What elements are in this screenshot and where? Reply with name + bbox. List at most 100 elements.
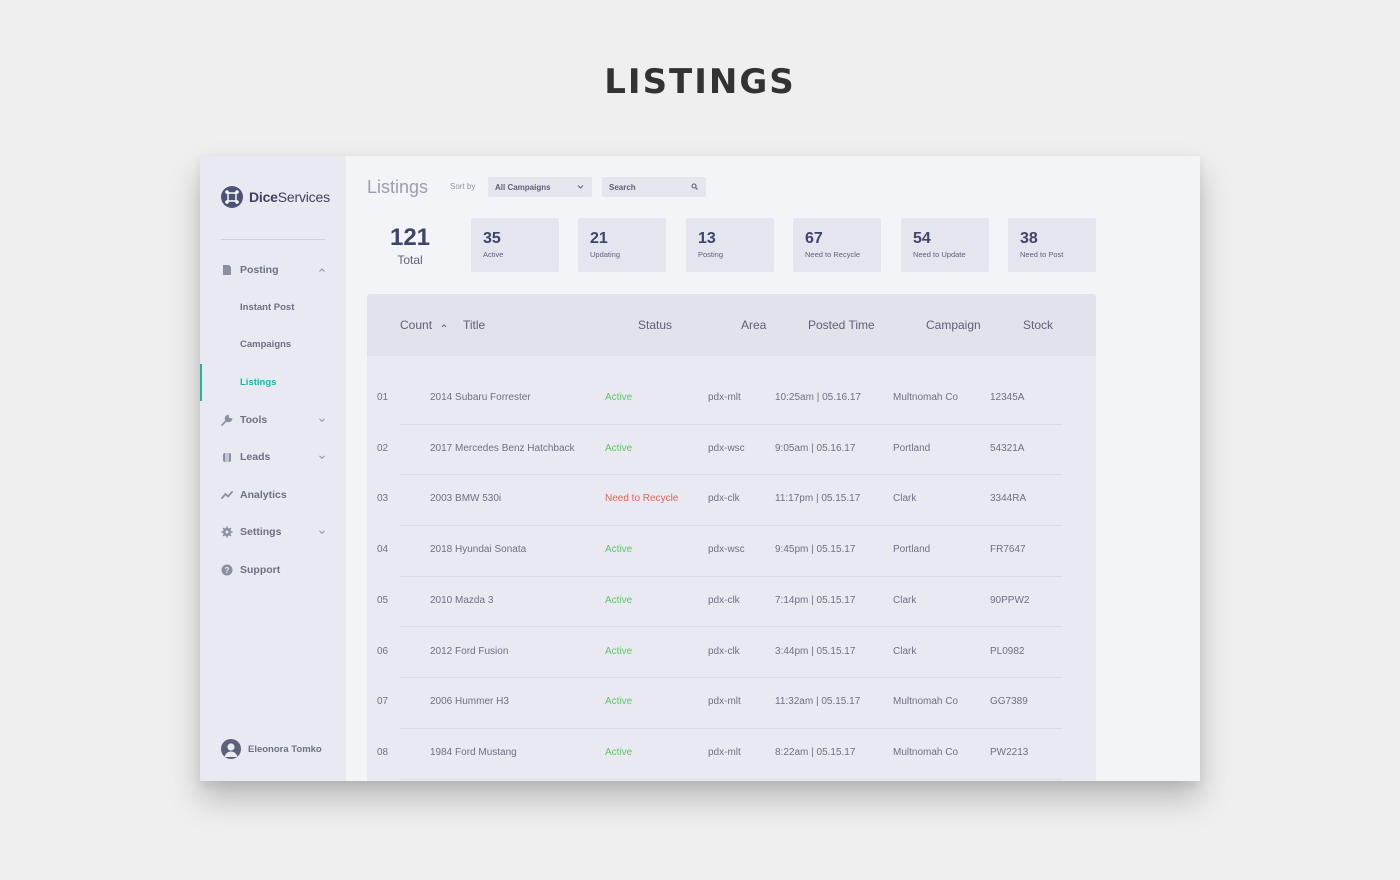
cell-status: Active [605,645,633,657]
main-content: Listings Sort by All Campaigns Search 12… [346,156,1200,781]
stat-value: 13 [698,230,716,247]
sidebar-item-instant-post[interactable]: Instant Post [200,289,346,327]
sidebar-item-tools[interactable]: Tools [200,401,346,439]
column-header-status[interactable]: Status [638,318,672,332]
sidebar-item-listings[interactable]: Listings [200,363,346,402]
sidebar-item-label: Listings [240,376,277,388]
table-row[interactable]: 03 2003 BMW 530i Need to Recycle pdx-clk 11:… [377,475,1062,527]
sidebar-item-label: Support [240,563,281,576]
chevron-down-icon [319,418,325,422]
sidebar-item-label: Settings [240,526,282,539]
cell-count: 05 [377,594,389,606]
stat-value: 54 [913,230,931,247]
table-row[interactable]: 04 2018 Hyundai Sonata Active pdx-wsc 9:45pm… [377,526,1062,577]
page-heading: LISTINGS [604,62,796,102]
table-row[interactable]: 05 2010 Mazda 3 Active pdx-clk 7:14pm | 05.1… [377,577,1062,628]
gear-icon [221,526,233,538]
page-title: Listings [367,177,429,197]
stat-label: Active [483,250,504,259]
brand[interactable]: DiceServices [221,186,330,208]
cell-campaign: Clark [893,645,917,657]
column-header-area[interactable]: Area [741,318,766,332]
cell-stock: FR7647 [990,544,1026,556]
cell-status: Active [605,594,633,606]
cell-campaign: Portland [893,442,931,454]
cell-stock: PL0982 [990,645,1025,657]
sidebar-item-analytics[interactable]: Analytics [200,476,346,514]
table-row[interactable]: 08 1984 Ford Mustang Active pdx-mlt 8:22am |… [377,729,1062,780]
help-icon: ? [221,564,233,576]
stat-card-need-to-update[interactable]: 54 Need to Update [901,218,989,272]
cell-stock: GG7389 [990,696,1028,708]
sidebar-item-label: Analytics [240,488,287,501]
cell-count: 03 [377,493,389,505]
cell-status: Active [605,392,633,403]
campaign-select[interactable]: All Campaigns [488,177,592,197]
sidebar-item-settings[interactable]: Settings [200,514,346,552]
table-row[interactable]: 01 2014 Subaru Forrester Active pdx-mlt 10:2… [377,374,1062,425]
table-header: Count Title Status Area Posted Time Camp… [367,294,1096,356]
cell-stock: 90PPW2 [990,594,1030,606]
posting-icon [223,264,231,275]
stat-card-updating[interactable]: 21 Updating [578,218,666,272]
cell-title: 1984 Ford Mustang [430,746,517,758]
campaign-select-value: All Campaigns [495,183,551,192]
cell-status: Active [605,696,633,708]
listings-table: Count Title Status Area Posted Time Camp… [367,294,1096,781]
sidebar-divider [221,239,325,240]
user-name: Eleonora Tomko [248,743,322,755]
sort-label: Sort by [450,182,476,191]
cell-title: 2003 BMW 530i [430,493,502,505]
chevron-down-icon [577,185,584,189]
cell-stock: 3344RA [990,493,1027,505]
total-value: 121 [389,224,431,251]
cell-posted-time: 8:22am | 05.15.17 [775,746,856,758]
stat-value: 67 [805,230,823,247]
chevron-down-icon [319,530,325,535]
sort-asc-icon [442,324,447,328]
column-header-count[interactable]: Count [400,318,447,332]
stat-card-active[interactable]: 35 Active [471,218,559,272]
user-profile[interactable]: Eleonora Tomko [221,739,322,759]
table-row[interactable]: 02 2017 Mercedes Benz Hatchback Active pdx-… [377,425,1062,476]
cell-campaign: Multnomah Co [893,696,959,708]
search-placeholder: Search [609,183,636,192]
cell-posted-time: 7:14pm | 05.15.17 [775,594,856,606]
stat-card-need-to-post[interactable]: 38 Need to Post [1008,218,1096,272]
cell-count: 01 [377,392,389,403]
cell-title: 2006 Hummer H3 [430,696,509,708]
cell-campaign: Clark [893,493,917,505]
dice-logo-icon [221,186,243,208]
cell-status: Active [605,544,633,556]
stat-card-need-to-recycle[interactable]: 67 Need to Recycle [793,218,881,272]
cell-posted-time: 10:25am | 05.16.17 [775,392,861,403]
column-header-posted-time[interactable]: Posted Time [808,318,875,332]
sidebar-item-campaigns[interactable]: Campaigns [200,326,346,364]
stat-label: Need to Recycle [805,250,861,259]
table-row[interactable]: 06 2012 Ford Fusion Active pdx-clk 3:44pm | … [377,628,1062,679]
sidebar-item-posting[interactable]: Posting [200,251,346,289]
cell-stock: 12345A [990,392,1025,403]
sidebar-item-label: Tools [240,413,268,426]
leads-icon [223,452,231,463]
brand-name: DiceServices [249,189,330,205]
sidebar-item-leads[interactable]: Leads [200,439,346,477]
cell-posted-time: 3:44pm | 05.15.17 [775,645,856,657]
sidebar-item-support[interactable]: ? Support [200,551,346,589]
cell-status: Need to Recycle [605,493,679,505]
stat-card-posting[interactable]: 13 Posting [686,218,774,272]
cell-area: pdx-clk [708,493,740,505]
search-input[interactable]: Search [602,177,706,197]
sidebar: DiceServices Posting Instant Post Campai… [200,156,346,781]
column-header-stock[interactable]: Stock [1023,318,1053,332]
column-header-title[interactable]: Title [463,318,485,332]
stat-label: Need to Post [1020,250,1064,259]
table-row[interactable]: 07 2006 Hummer H3 Active pdx-mlt 11:32am | 0… [377,678,1062,729]
stat-label: Updating [590,250,621,259]
cell-count: 08 [377,746,389,758]
sidebar-nav: Posting Instant Post Campaigns Listings … [200,251,346,589]
cell-title: 2017 Mercedes Benz Hatchback [430,442,575,454]
column-header-campaign[interactable]: Campaign [926,318,981,332]
stat-value: 35 [483,230,501,247]
cell-area: pdx-clk [708,594,740,606]
